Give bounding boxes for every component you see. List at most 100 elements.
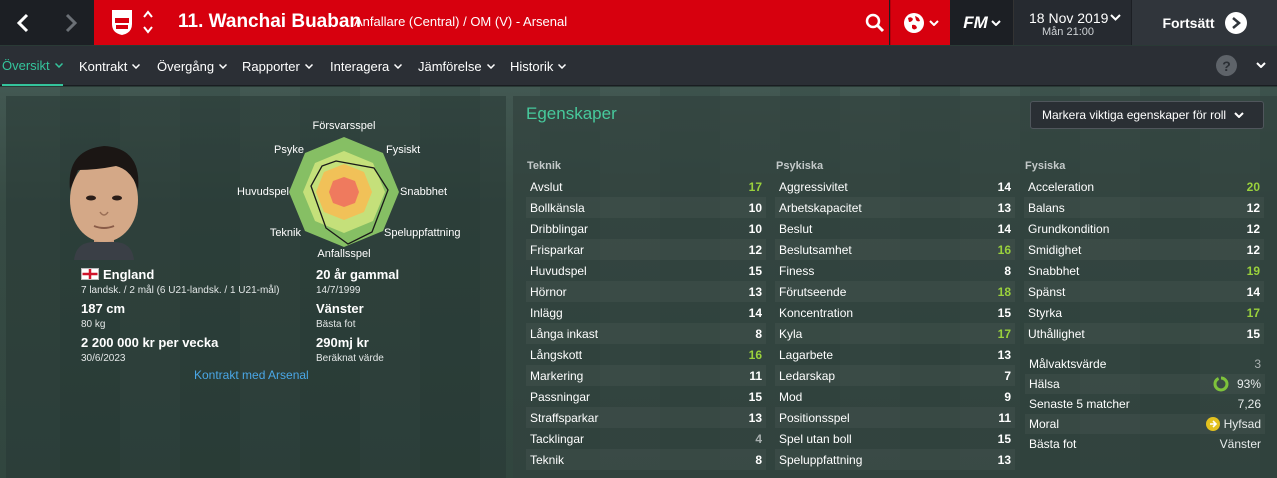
attribute-row[interactable]: Kyla 17 xyxy=(775,323,1015,344)
tab-label: Övergång xyxy=(157,58,215,74)
row-value: 3 xyxy=(1254,357,1261,371)
attribute-row[interactable]: Styrka 17 xyxy=(1024,302,1264,323)
club-crest-icon[interactable] xyxy=(110,8,134,36)
attribute-row[interactable]: Spänst 14 xyxy=(1024,281,1264,302)
attribute-row[interactable]: Frisparkar 12 xyxy=(526,239,766,260)
attribute-row[interactable]: Koncentration 15 xyxy=(775,302,1015,323)
attribute-label: Koncentration xyxy=(779,305,854,320)
switch-player-icon[interactable] xyxy=(142,7,154,37)
current-time: Mån 21:00 xyxy=(1042,26,1094,38)
attribute-row[interactable]: Beslut 14 xyxy=(775,218,1015,239)
attribute-row[interactable]: Arbetskapacitet 13 xyxy=(775,197,1015,218)
attribute-value: 10 xyxy=(748,221,762,236)
tab-rapporter[interactable]: Rapporter xyxy=(242,46,313,86)
attribute-row[interactable]: Balans 12 xyxy=(1024,197,1264,218)
recent-form-row: Senaste 5 matcher 7,26 xyxy=(1025,394,1265,414)
attribute-label: Spänst xyxy=(1028,284,1066,299)
attribute-row[interactable]: Bollkänsla 10 xyxy=(526,197,766,218)
row-value: 93% xyxy=(1236,377,1261,391)
attribute-label: Avslut xyxy=(530,179,563,194)
continue-button[interactable]: Fortsätt xyxy=(1132,0,1277,45)
chevron-down-icon xyxy=(54,62,63,68)
attribute-label: Långa inkast xyxy=(530,326,599,341)
attribute-value: 16 xyxy=(997,242,1011,257)
attribute-row[interactable]: Avslut 17 xyxy=(526,176,766,197)
attribute-row[interactable]: Inlägg 14 xyxy=(526,302,766,323)
tab-interagera[interactable]: Interagera xyxy=(330,46,403,86)
attribute-column-psykiska: Psykiska Aggressivitet 14 Arbetskapacitet 1… xyxy=(775,160,1015,470)
attribute-row[interactable]: Smidighet 12 xyxy=(1024,239,1264,260)
attribute-value: 11 xyxy=(749,368,762,383)
attribute-row[interactable]: Spel utan boll 15 xyxy=(775,428,1015,449)
radar-label-anfallsspel: Anfallsspel xyxy=(317,248,370,260)
attribute-value: 17 xyxy=(997,326,1011,341)
attribute-label: Aggressivitet xyxy=(779,179,848,194)
attribute-row[interactable]: Tacklingar 4 xyxy=(526,428,766,449)
attribute-row[interactable]: Huvudspel 15 xyxy=(526,260,766,281)
player-position-club: Anfallare (Central) / OM (V) - Arsenal xyxy=(354,14,568,29)
attribute-row[interactable]: Beslutsamhet 16 xyxy=(775,239,1015,260)
tab-kontrakt[interactable]: Kontrakt xyxy=(79,46,141,86)
attribute-row[interactable]: Finess 8 xyxy=(775,260,1015,281)
health-ring-icon xyxy=(1213,376,1229,392)
attribute-row[interactable]: Lagarbete 13 xyxy=(775,344,1015,365)
attribute-row[interactable]: Ledarskap 7 xyxy=(775,365,1015,386)
attribute-row[interactable]: Långskott 16 xyxy=(526,344,766,365)
attribute-row[interactable]: Långa inkast 8 xyxy=(526,323,766,344)
tab-label: Jämförelse xyxy=(418,58,482,74)
attribute-label: Snabbhet xyxy=(1028,263,1080,278)
tab-label: Interagera xyxy=(330,58,390,74)
attribute-value: 15 xyxy=(748,263,762,278)
player-photo[interactable] xyxy=(56,130,152,260)
chevron-down-icon[interactable] xyxy=(1256,62,1266,68)
tab-label: Rapporter xyxy=(242,58,300,74)
attribute-value: 9 xyxy=(1004,389,1011,404)
attribute-row[interactable]: Förutseende 18 xyxy=(775,281,1015,302)
world-menu-button[interactable] xyxy=(890,0,950,45)
attribute-row[interactable]: Teknik 8 xyxy=(526,449,766,470)
attribute-label: Markering xyxy=(530,368,584,383)
radar-label-fysiskt: Fysiskt xyxy=(386,144,420,156)
chevron-down-icon xyxy=(991,19,1001,26)
tab-label: Kontrakt xyxy=(79,58,128,74)
attribute-row[interactable]: Passningar 15 xyxy=(526,386,766,407)
attribute-label: Tacklingar xyxy=(530,431,585,446)
search-button[interactable] xyxy=(860,0,890,45)
row-value: Vänster xyxy=(1219,437,1261,451)
tab-jamforelse[interactable]: Jämförelse xyxy=(418,46,495,86)
attribute-row[interactable]: Positionsspel 11 xyxy=(775,407,1015,428)
attribute-radar-chart[interactable]: Försvarsspel Fysiskt Snabbhet Speluppfat… xyxy=(224,116,484,266)
attribute-value: 15 xyxy=(997,431,1011,446)
attribute-row[interactable]: Mod 9 xyxy=(775,386,1015,407)
attribute-row[interactable]: Uthållighet 15 xyxy=(1024,323,1264,344)
weight: 80 kg xyxy=(81,319,106,330)
attribute-row[interactable]: Hörnor 13 xyxy=(526,281,766,302)
role-highlight-dropdown[interactable]: Markera viktiga egenskaper för roll xyxy=(1030,101,1264,129)
attribute-row[interactable]: Markering 11 xyxy=(526,365,766,386)
row-value: 7,26 xyxy=(1237,397,1261,411)
attribute-label: Styrka xyxy=(1028,305,1063,320)
attribute-row[interactable]: Aggressivitet 14 xyxy=(775,176,1015,197)
attribute-row[interactable]: Speluppfattning 13 xyxy=(775,449,1015,470)
tab-historik[interactable]: Historik xyxy=(510,46,567,86)
continue-arrow-icon xyxy=(1224,11,1247,34)
globe-icon xyxy=(903,12,924,33)
fm-menu-button[interactable]: FM xyxy=(952,0,1012,45)
help-button[interactable]: ? xyxy=(1216,55,1237,76)
back-button[interactable] xyxy=(0,0,46,45)
tab-overgang[interactable]: Övergång xyxy=(157,46,228,86)
tab-oversikt[interactable]: Översikt xyxy=(2,46,63,86)
date-display[interactable]: 18 Nov 2019 Mån 21:00 xyxy=(1013,0,1131,45)
attribute-value: 18 xyxy=(997,284,1011,299)
attribute-label: Huvudspel xyxy=(530,263,587,278)
attribute-label: Teknik xyxy=(530,452,565,467)
forward-button[interactable] xyxy=(48,0,94,45)
attribute-row[interactable]: Grundkondition 12 xyxy=(1024,218,1264,239)
attribute-row[interactable]: Snabbhet 19 xyxy=(1024,260,1264,281)
contract-link[interactable]: Kontrakt med Arsenal xyxy=(194,368,309,382)
attribute-row[interactable]: Straffsparkar 13 xyxy=(526,407,766,428)
attribute-row[interactable]: Acceleration 20 xyxy=(1024,176,1264,197)
attribute-row[interactable]: Dribblingar 10 xyxy=(526,218,766,239)
role-highlight-label: Markera viktiga egenskaper för roll xyxy=(1042,108,1227,122)
nationality[interactable]: England xyxy=(103,267,154,282)
